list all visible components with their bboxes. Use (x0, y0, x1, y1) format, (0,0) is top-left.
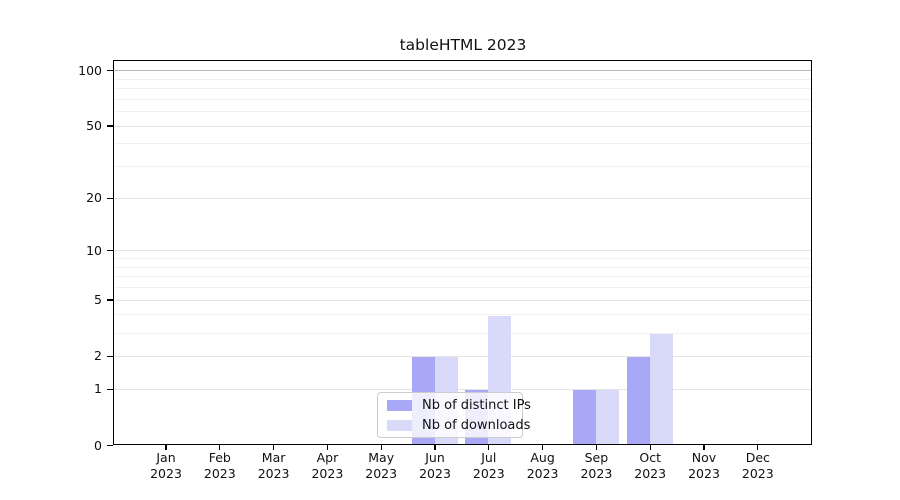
legend-entry: Nb of downloads (387, 415, 522, 435)
x-tick-label: Mar 2023 (258, 450, 290, 481)
y-tick-label: 10 (38, 243, 102, 258)
minor-gridline (114, 276, 811, 277)
y-tick-label: 20 (38, 190, 102, 205)
y-tick (107, 70, 113, 71)
major-gridline (114, 198, 811, 199)
x-tick-label: Jun 2023 (419, 450, 451, 481)
bar-nb-of-distinct-ips (627, 357, 650, 444)
x-tick-label: Jul 2023 (473, 450, 505, 481)
y-tick-label: 2 (38, 349, 102, 364)
y-tick-label: 1 (38, 381, 102, 396)
minor-gridline (114, 267, 811, 268)
x-tick-label: May 2023 (365, 450, 397, 481)
minor-gridline (114, 333, 811, 334)
x-tick-label: Jan 2023 (150, 450, 182, 481)
x-tick-label: Feb 2023 (204, 450, 236, 481)
y-tick-label: 5 (38, 292, 102, 307)
legend-swatch (387, 420, 412, 431)
major-gridline (114, 300, 811, 301)
y-tick-label: 50 (38, 118, 102, 133)
bar-nb-of-downloads (596, 390, 619, 444)
y-tick (107, 389, 113, 390)
major-gridline (114, 126, 811, 127)
minor-gridline (114, 111, 811, 112)
x-tick-label: Oct 2023 (634, 450, 666, 481)
major-gridline (114, 356, 811, 357)
minor-gridline (114, 314, 811, 315)
major-gridline (114, 389, 811, 390)
y-tick (107, 445, 113, 446)
chart-title: tableHTML 2023 (113, 36, 813, 54)
x-tick-label: Apr 2023 (311, 450, 343, 481)
bar-nb-of-downloads (650, 334, 673, 444)
bar-chart: tableHTML 2023 0 1 2 5 10 20 50 100 Jan 2023 Feb… (0, 0, 900, 500)
major-gridline (114, 250, 811, 251)
y-tick (107, 198, 113, 199)
y-tick-label: 0 (38, 438, 102, 453)
legend-entry-label: Nb of distinct IPs (422, 398, 531, 413)
y-tick (107, 125, 113, 126)
minor-gridline (114, 99, 811, 100)
minor-gridline (114, 166, 811, 167)
minor-gridline (114, 88, 811, 89)
minor-gridline (114, 287, 811, 288)
legend-entry-label: Nb of downloads (422, 418, 530, 433)
minor-gridline (114, 143, 811, 144)
y-tick (107, 299, 113, 300)
y-tick (107, 250, 113, 251)
minor-gridline (114, 79, 811, 80)
bar-nb-of-distinct-ips (573, 390, 596, 444)
minor-gridline (114, 258, 811, 259)
plot-area (113, 60, 812, 445)
x-tick-label: Nov 2023 (688, 450, 720, 481)
major-gridline (114, 70, 811, 71)
legend: Nb of distinct IPsNb of downloads (377, 392, 523, 438)
x-tick-label: Aug 2023 (527, 450, 559, 481)
legend-entry: Nb of distinct IPs (387, 395, 522, 415)
x-tick-label: Dec 2023 (742, 450, 774, 481)
y-tick (107, 356, 113, 357)
legend-swatch (387, 400, 412, 411)
x-tick-label: Sep 2023 (580, 450, 612, 481)
y-tick-label: 100 (38, 63, 102, 78)
